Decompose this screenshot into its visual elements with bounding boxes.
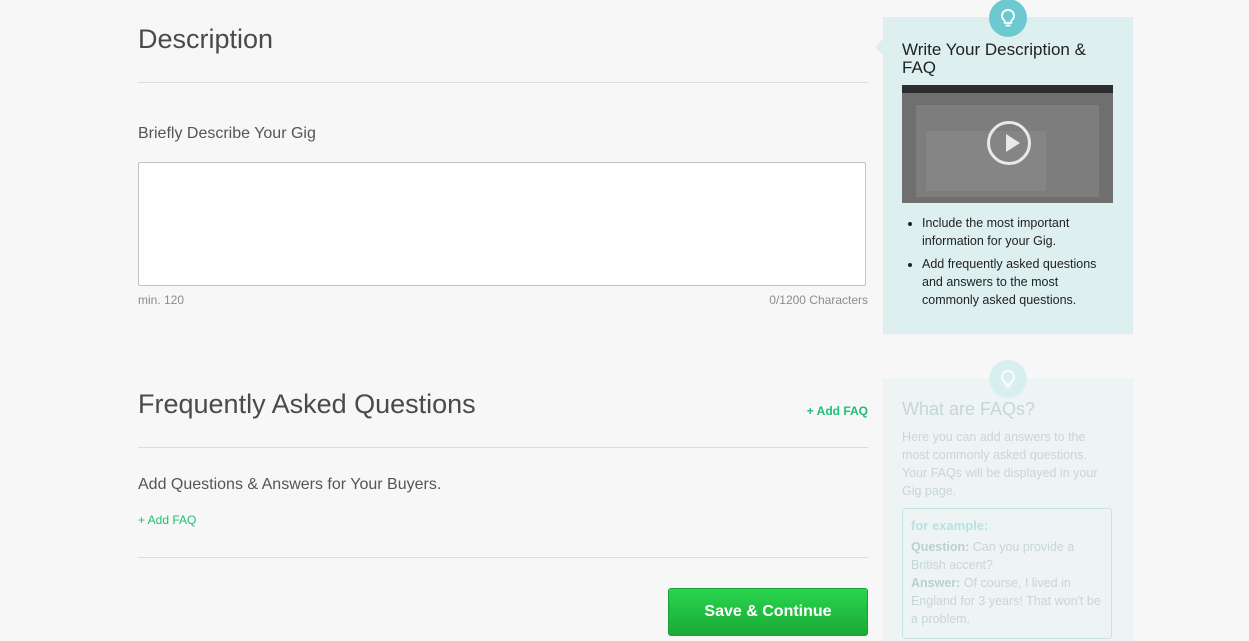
tutorial-video-thumbnail[interactable] — [902, 85, 1113, 203]
tip-card-title: Write Your Description & FAQ — [902, 40, 1086, 77]
add-faq-link[interactable]: + Add FAQ — [138, 513, 196, 527]
faq-info-card: What are FAQs? Here you can add answers … — [883, 360, 1133, 641]
video-topbar — [902, 85, 1113, 93]
faq-example-box: for example: Question: Can you provide a… — [902, 508, 1112, 639]
tip-item: Include the most important information f… — [922, 214, 1113, 250]
lightbulb-icon — [989, 0, 1027, 37]
example-question: Question: Can you provide a British acce… — [911, 538, 1103, 574]
description-textarea[interactable] — [138, 162, 866, 286]
play-icon[interactable] — [987, 121, 1031, 165]
card-pointer — [875, 39, 883, 55]
example-heading: for example: — [911, 518, 989, 533]
tip-item: Add frequently asked questions and answe… — [922, 255, 1113, 309]
example-answer: Answer: Of course, I lived in England fo… — [911, 574, 1103, 628]
faq-info-body: Here you can add answers to the most com… — [902, 430, 1098, 498]
faq-subtitle: Add Questions & Answers for Your Buyers. — [138, 476, 442, 493]
add-faq-link-top[interactable]: + Add FAQ — [807, 404, 868, 418]
char-counter: 0/1200 Characters — [769, 293, 868, 307]
description-field-label: Briefly Describe Your Gig — [138, 125, 316, 142]
divider — [138, 82, 868, 83]
tips-list: Include the most important information f… — [883, 214, 1113, 314]
tip-card-description: Write Your Description & FAQ Include the… — [875, 0, 1133, 334]
description-title: Description — [138, 24, 274, 54]
faq-title: Frequently Asked Questions — [138, 389, 476, 419]
faq-info-title: What are FAQs? — [902, 399, 1036, 419]
divider — [138, 447, 868, 448]
divider — [138, 557, 868, 558]
min-chars-hint: min. 120 — [138, 293, 185, 307]
lightbulb-icon — [989, 360, 1027, 398]
question-label: Question: — [911, 540, 970, 554]
save-continue-button[interactable]: Save & Continue — [668, 588, 868, 636]
answer-label: Answer: — [911, 576, 961, 590]
